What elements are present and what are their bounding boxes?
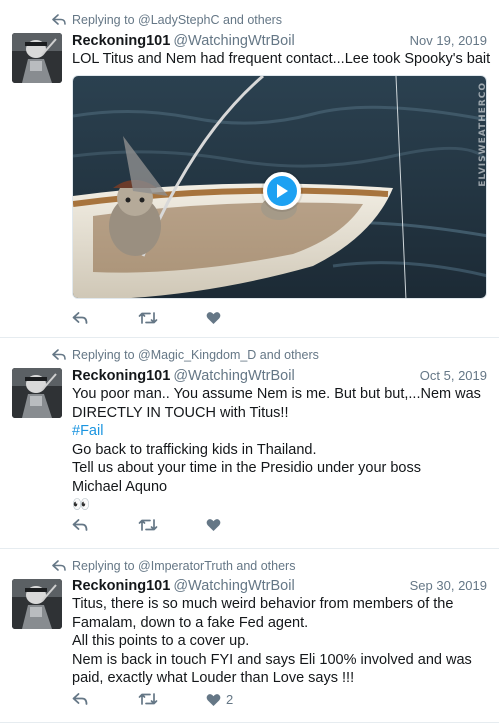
tweet-date[interactable]: Oct 5, 2019 bbox=[420, 368, 487, 383]
tweet-text-line: Nem is back in touch FYI and says Eli 10… bbox=[72, 651, 472, 668]
user-handle[interactable]: @WatchingWtrBoil bbox=[173, 33, 294, 49]
display-name[interactable]: Reckoning101 bbox=[72, 368, 170, 384]
retweet-button[interactable] bbox=[138, 518, 158, 532]
tweet-text-line: DIRECTLY IN TOUCH with Titus!! bbox=[72, 404, 289, 421]
retweet-button[interactable] bbox=[138, 692, 158, 706]
tweet-text-line: Go back to trafficking kids in Thailand. bbox=[72, 441, 317, 458]
reply-icon bbox=[72, 519, 88, 531]
reply-context: Replying to @ImperatorTruth and others bbox=[52, 559, 295, 573]
tweet[interactable]: Replying to @LadyStephC and others Recko… bbox=[0, 0, 499, 338]
like-button[interactable] bbox=[206, 311, 226, 325]
heart-icon bbox=[206, 519, 221, 531]
tweet-text-line: You poor man.. You assume Nem is me. But… bbox=[72, 386, 481, 402]
tweet-text-line: Famalam, down to a fake Fed agent. bbox=[72, 614, 309, 631]
reply-context: Replying to @Magic_Kingdom_D and others bbox=[52, 348, 319, 362]
retweet-icon bbox=[138, 312, 158, 324]
tweet[interactable]: Replying to @ImperatorTruth and others R… bbox=[0, 549, 499, 723]
heart-icon bbox=[206, 312, 221, 324]
tweet-text-line: LOL Titus and Nem had frequent contact..… bbox=[72, 51, 491, 67]
reply-button[interactable] bbox=[72, 311, 88, 325]
heart-icon bbox=[206, 693, 221, 706]
display-name[interactable]: Reckoning101 bbox=[72, 578, 170, 594]
hashtag-link[interactable]: #Fail bbox=[72, 422, 491, 441]
tweet-header: Reckoning101 @WatchingWtrBoil Oct 5, 2019 bbox=[72, 368, 487, 386]
retweet-button[interactable] bbox=[138, 311, 158, 325]
retweet-icon bbox=[138, 693, 158, 705]
reply-context: Replying to @LadyStephC and others bbox=[52, 13, 282, 27]
reply-icon bbox=[72, 312, 88, 324]
reply-arrow-icon bbox=[52, 14, 66, 25]
video-thumbnail[interactable]: ELVISWEATHERCO bbox=[72, 75, 487, 299]
user-handle[interactable]: @WatchingWtrBoil bbox=[173, 368, 294, 384]
avatar[interactable] bbox=[12, 579, 62, 629]
reply-button[interactable] bbox=[72, 692, 88, 706]
tweet-text-line: All this points to a cover up. bbox=[72, 633, 250, 649]
tweet[interactable]: Replying to @Magic_Kingdom_D and others … bbox=[0, 338, 499, 549]
like-button[interactable]: 2 bbox=[206, 692, 233, 707]
reply-prefix: Replying to bbox=[72, 559, 135, 573]
tweet-text-line: Michael Aquno bbox=[72, 478, 168, 495]
like-button[interactable] bbox=[206, 518, 226, 532]
reply-arrow-icon bbox=[52, 560, 66, 571]
video-watermark: ELVISWEATHERCO bbox=[478, 82, 487, 187]
avatar[interactable] bbox=[12, 33, 62, 83]
reply-button[interactable] bbox=[72, 518, 88, 532]
tweet-text: You poor man.. You assume Nem is me. But… bbox=[72, 385, 491, 515]
tweet-header: Reckoning101 @WatchingWtrBoil Sep 30, 201… bbox=[72, 578, 487, 596]
reply-prefix: Replying to bbox=[72, 348, 135, 362]
tweet-header: Reckoning101 @WatchingWtrBoil Nov 19, 201… bbox=[72, 33, 487, 51]
tweet-text: Titus, there is so much weird behavior f… bbox=[72, 595, 491, 688]
play-icon bbox=[277, 184, 288, 198]
reply-to-link[interactable]: @LadyStephC and others bbox=[138, 13, 282, 27]
user-handle[interactable]: @WatchingWtrBoil bbox=[173, 578, 294, 594]
reply-prefix: Replying to bbox=[72, 13, 135, 27]
tweet-text: LOL Titus and Nem had frequent contact..… bbox=[72, 50, 491, 69]
display-name[interactable]: Reckoning101 bbox=[72, 33, 170, 49]
reply-to-link[interactable]: @Magic_Kingdom_D and others bbox=[138, 348, 319, 362]
reply-to-link[interactable]: @ImperatorTruth and others bbox=[138, 559, 295, 573]
tweet-text-line: paid, exactly what Louder than Love says… bbox=[72, 670, 355, 686]
retweet-icon bbox=[138, 519, 158, 531]
like-count: 2 bbox=[226, 692, 234, 707]
reply-arrow-icon bbox=[52, 349, 66, 360]
avatar[interactable] bbox=[12, 368, 62, 418]
tweet-text-line: Titus, there is so much weird behavior f… bbox=[72, 596, 454, 612]
play-button[interactable] bbox=[263, 172, 301, 210]
eyes-emoji: 👀 bbox=[72, 497, 91, 513]
tweet-date[interactable]: Nov 19, 2019 bbox=[410, 33, 487, 48]
reply-icon bbox=[72, 693, 88, 705]
tweet-date[interactable]: Sep 30, 2019 bbox=[410, 578, 487, 593]
tweet-text-line: Tell us about your time in the Presidio … bbox=[72, 460, 421, 476]
